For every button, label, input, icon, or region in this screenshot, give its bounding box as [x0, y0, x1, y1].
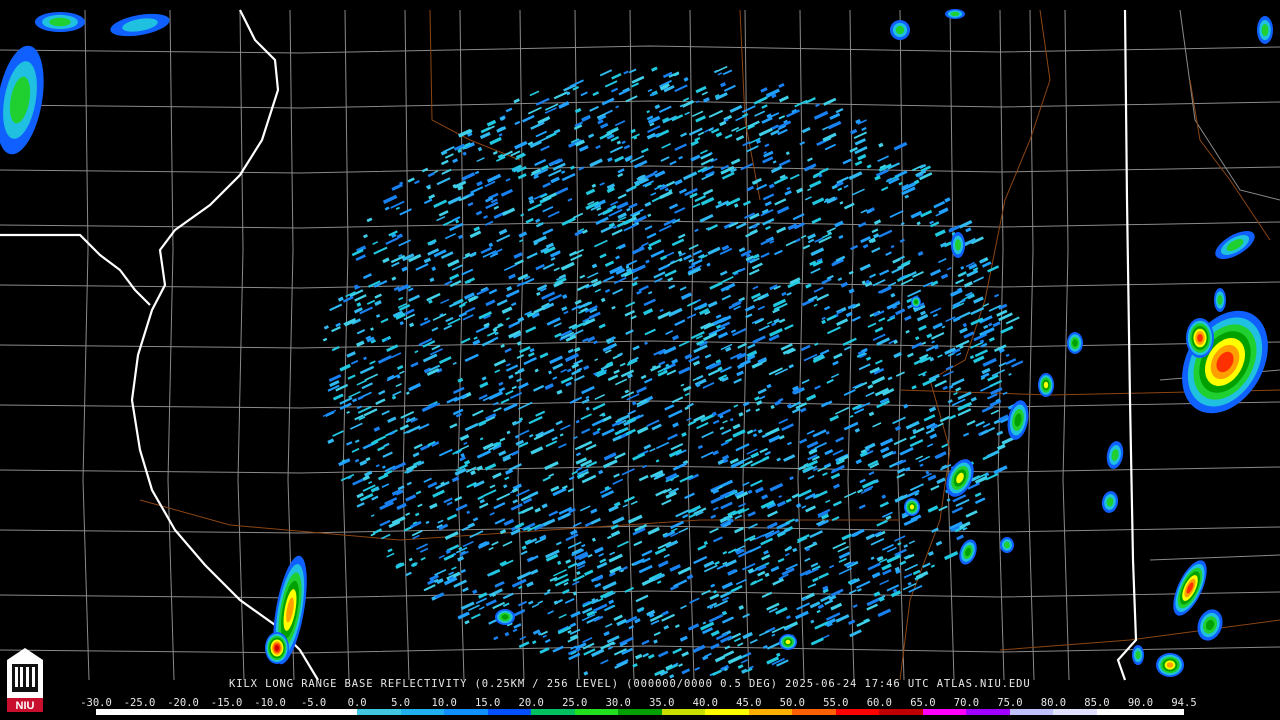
scale-swatch: [966, 709, 1010, 715]
scale-swatch: [531, 709, 575, 715]
scale-swatch: [792, 709, 836, 715]
storm-cell-layer: [785, 639, 791, 645]
scale-swatch: [922, 709, 967, 715]
scale-swatch: [574, 709, 619, 715]
scale-swatch: [400, 709, 445, 715]
scale-swatch: [357, 709, 401, 715]
scale-label: 15.0: [475, 697, 501, 709]
storm-cell-layer: [1197, 334, 1203, 342]
storm-cell-layer: [1261, 24, 1269, 36]
scale-label: 85.0: [1084, 697, 1110, 709]
storm-cell-layer: [1166, 662, 1174, 668]
scale-label: 45.0: [736, 697, 762, 709]
scale-label: 5.0: [391, 697, 411, 709]
scale-swatch: [879, 709, 923, 715]
scale-swatch: [270, 709, 314, 715]
product-caption: KILX LONG RANGE BASE REFLECTIVITY (0.25K…: [229, 678, 1031, 690]
storm-cell-layer: [1043, 381, 1049, 389]
storm-cell-layer: [909, 504, 915, 510]
scale-swatch: [487, 709, 532, 715]
scale-label: -5.0: [300, 697, 327, 709]
scale-label: 55.0: [823, 697, 849, 709]
storm-cell-layer: [955, 239, 961, 251]
scale-label: 65.0: [910, 697, 936, 709]
scale-swatch: [1140, 709, 1184, 715]
scale-label: 0.0: [347, 697, 367, 709]
scale-label: 30.0: [605, 697, 631, 709]
storm-cell-layer: [1217, 294, 1223, 306]
scale-label: -25.0: [123, 697, 156, 709]
scale-label: 80.0: [1040, 697, 1067, 709]
scale-swatch: [748, 709, 793, 715]
niu-logo: NIU: [7, 648, 43, 712]
scale-label: 75.0: [997, 697, 1023, 709]
scale-swatch: [618, 709, 662, 715]
storm-cell-layer: [1072, 339, 1078, 347]
scale-label: 94.5: [1171, 697, 1197, 709]
scale-label: 20.0: [518, 697, 544, 709]
scale-label: 90.0: [1127, 697, 1154, 709]
scale-label: -10.0: [254, 697, 286, 709]
scale-label: -30.0: [80, 697, 112, 709]
scale-swatch: [183, 709, 227, 715]
scale-swatch: [1096, 709, 1141, 715]
scale-swatch: [661, 709, 706, 715]
scale-swatch: [1053, 709, 1097, 715]
storm-cell-layer: [950, 11, 960, 17]
scale-label: 40.0: [692, 697, 718, 709]
scale-swatch: [226, 709, 271, 715]
scale-swatch: [444, 709, 488, 715]
scale-label: 60.0: [866, 697, 893, 709]
scale-label: 50.0: [779, 697, 805, 709]
scale-label: -20.0: [167, 697, 199, 709]
storm-cell-layer: [1135, 650, 1141, 660]
storm-cell-layer: [895, 25, 905, 35]
storm-cell-layer: [49, 17, 71, 27]
storm-cell-layer: [914, 300, 918, 304]
scale-label: 35.0: [649, 697, 675, 709]
scale-swatch: [705, 709, 749, 715]
scale-label: 25.0: [562, 697, 588, 709]
scale-label: -15.0: [210, 697, 243, 709]
storm-cell-layer: [501, 614, 509, 620]
logo-text: NIU: [16, 700, 35, 712]
scale-swatch: [96, 709, 140, 715]
storm-cell-layer: [274, 645, 280, 651]
scale-swatch: [139, 709, 184, 715]
scale-label: 70.0: [953, 697, 980, 709]
scale-swatch: [1009, 709, 1054, 715]
scale-swatch: [313, 709, 358, 715]
color-scale-bar: [96, 709, 1184, 715]
scale-swatch: [835, 709, 880, 715]
storm-cell-layer: [1004, 541, 1010, 549]
radar-map: [0, 0, 1280, 720]
scale-label: 10.0: [431, 697, 457, 709]
color-scale-labels: -30.0 -25.0 -20.0 -15.0 -10.0 -5.0 0.0 5.0 10.0 1…: [80, 697, 1196, 709]
